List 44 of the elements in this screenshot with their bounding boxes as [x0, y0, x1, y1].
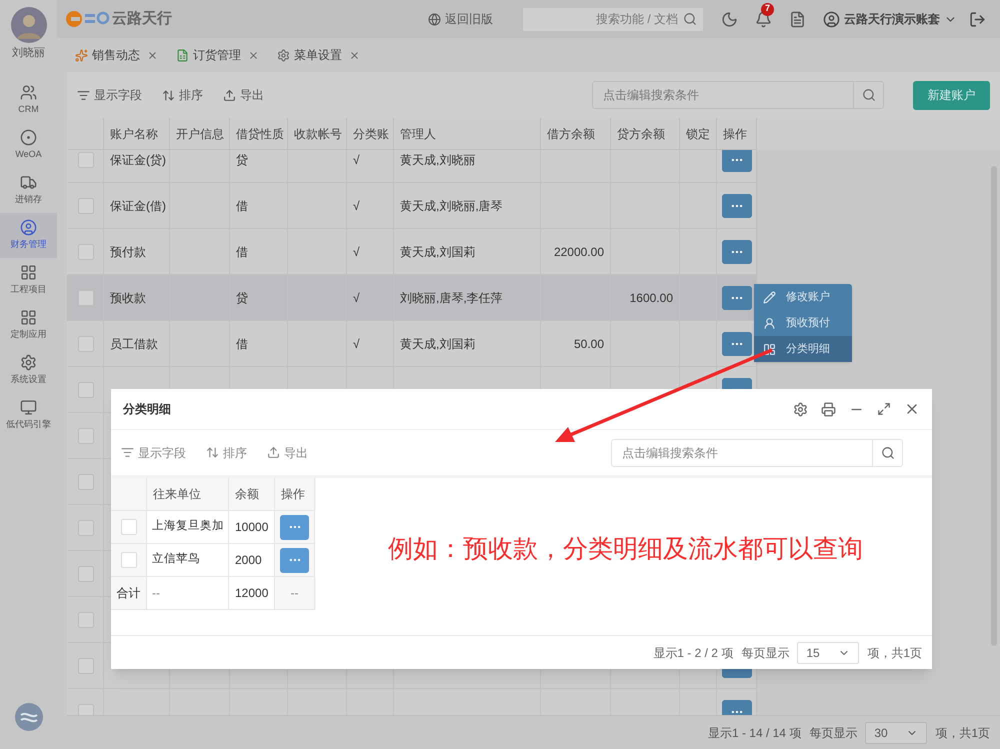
- table-cell-text: 22000.00: [554, 244, 604, 260]
- table-cell-text: 员工借款: [110, 336, 158, 352]
- total-label: 合计: [116, 585, 140, 602]
- table-cell-text: 预付款: [110, 244, 146, 260]
- table-cell-text: √: [353, 290, 360, 306]
- table-cell-text: √: [353, 244, 360, 260]
- per-page-label: 每页显示: [741, 644, 790, 662]
- notification-badge: 7: [761, 2, 774, 16]
- table-cell-text: 立信苹鸟: [152, 551, 200, 568]
- table-cell-text: 12000: [235, 585, 268, 602]
- pages-label: 项，共1页: [867, 644, 922, 662]
- table-cell-text: 刘晓丽,唐琴,李任萍: [400, 290, 503, 306]
- pagination-summary: 显示1 - 14 / 14 项: [708, 724, 802, 742]
- table-cell-text: 上海复旦奥加: [152, 518, 224, 534]
- per-page-label: 每页显示: [809, 724, 858, 742]
- table-cell-text: 50.00: [574, 336, 604, 352]
- pages-label: 项，共1页: [935, 724, 990, 742]
- table-cell-text: --: [290, 585, 298, 602]
- table-cell-text: 借: [236, 244, 248, 260]
- table-cell-text: 预收款: [110, 290, 146, 306]
- table-cell-text: 贷: [236, 290, 248, 306]
- pagination-summary: 显示1 - 2 / 2 项: [653, 644, 734, 662]
- table-cell-text: 保证金(贷): [110, 152, 166, 168]
- table-cell-text: 借: [236, 198, 248, 214]
- table-cell-text: 黄天成,刘晓丽: [400, 152, 476, 168]
- table-cell-text: 1600.00: [630, 290, 673, 306]
- table-cell-text: 2000: [235, 552, 262, 569]
- table-cell-text: 贷: [236, 152, 248, 168]
- table-cell-text: --: [152, 585, 160, 602]
- table-cell-text: 黄天成,刘国莉: [400, 244, 476, 260]
- table-cell-text: 借: [236, 336, 248, 352]
- table-cell-text: √: [353, 152, 360, 168]
- column-header: 往来单位: [147, 478, 229, 511]
- table-cell-text: √: [353, 198, 360, 214]
- annotation-text: 例如：预收款，分类明细及流水都可以查询: [388, 535, 863, 563]
- column-header: 余额: [229, 478, 275, 511]
- table-cell-text: 黄天成,刘晓丽,唐琴: [400, 198, 503, 214]
- table-cell-text: √: [353, 336, 360, 352]
- table-cell-text: 保证金(借): [110, 198, 166, 214]
- table-cell-text: 黄天成,刘国莉: [400, 336, 476, 352]
- brand-name: 云路天行: [112, 8, 172, 29]
- user-name: 刘晓丽: [12, 46, 45, 61]
- dialog-title: 分类明细: [123, 401, 171, 418]
- table-cell-text: 10000: [235, 519, 268, 536]
